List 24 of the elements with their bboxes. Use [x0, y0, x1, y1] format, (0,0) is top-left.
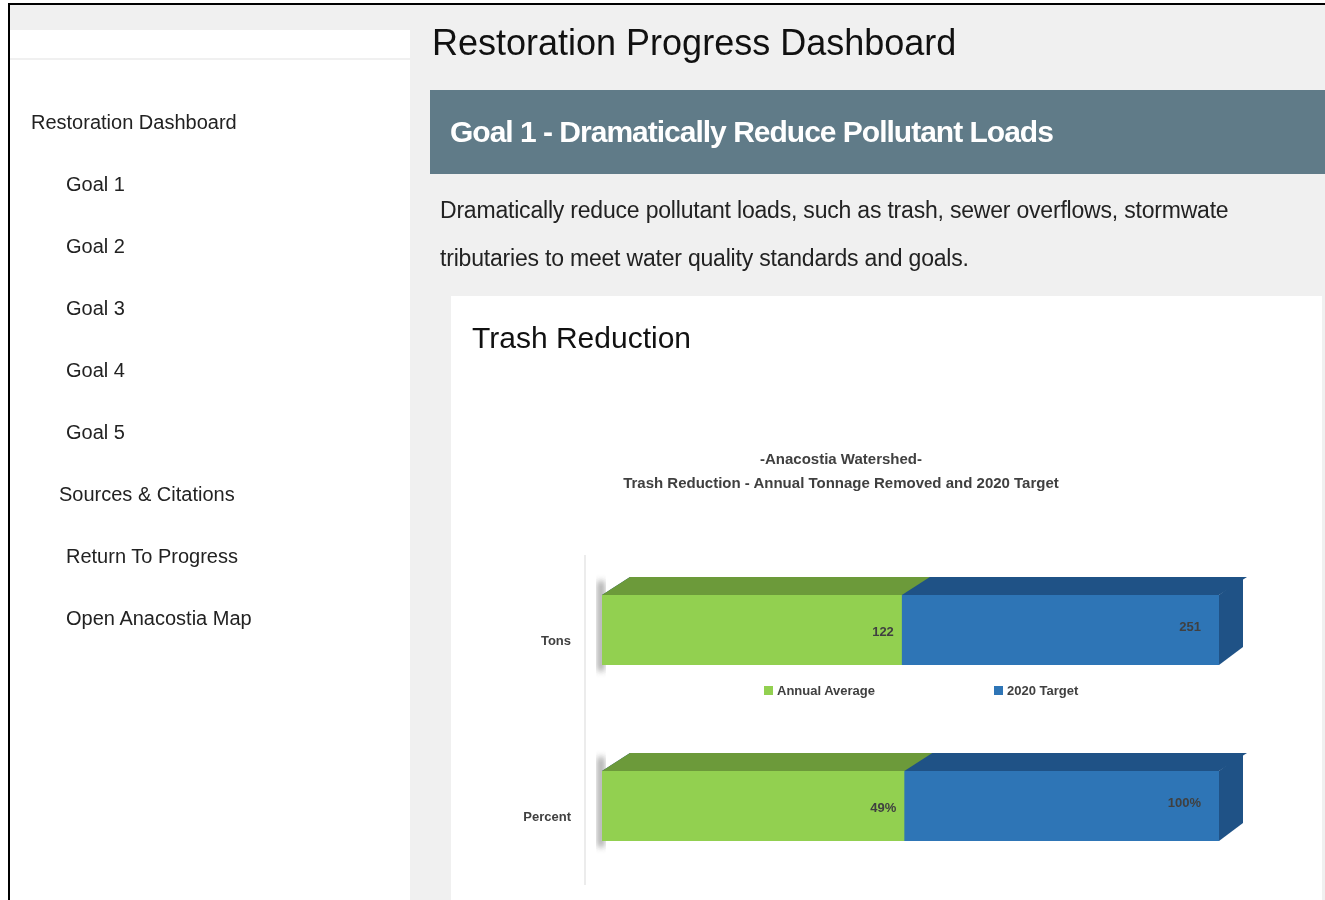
value-label: 49% [870, 800, 897, 815]
legend-label: 2020 Target [1007, 683, 1079, 698]
chart-supertitle: -Anacostia Watershed- [760, 450, 922, 467]
value-label: 100% [1167, 795, 1201, 810]
page-title: Restoration Progress Dashboard [432, 21, 958, 65]
sidebar-link[interactable]: Open Anacostia Map [10, 606, 410, 668]
value-label: 251 [1179, 619, 1201, 634]
value-label: 122 [872, 624, 894, 639]
sidebar-link[interactable]: Goal 1 [10, 172, 410, 234]
sidebar-link[interactable]: Goal 3 [10, 296, 410, 358]
category-label: Tons [540, 633, 571, 648]
sidebar-link[interactable]: Sources & Citations [10, 482, 410, 544]
sidebar-link[interactable]: Goal 2 [10, 234, 410, 296]
sidebar-link[interactable]: Goal 4 [10, 358, 410, 420]
goal-description: Dramatically reduce pollutant loads, such as trash, sewer overflows, stormwate [440, 196, 1230, 225]
card-title: Trash Reduction [472, 320, 692, 356]
chart-title: Trash Reduction - Annual Tonnage Removed and 2020 Target [623, 474, 1059, 491]
sidebar-link[interactable]: Goal 5 [10, 420, 410, 482]
goal-description: tributaries to meet water quality standards and goals. [440, 244, 970, 273]
sidebar-link[interactable]: Restoration Dashboard [10, 110, 410, 172]
goal-heading: Goal 1 - Dramatically Reduce Pollutant Loads [450, 115, 1053, 149]
category-label: Percent [523, 809, 571, 824]
sidebar-link[interactable]: Return To Progress [10, 544, 410, 606]
legend-label: Annual Average [777, 683, 875, 698]
